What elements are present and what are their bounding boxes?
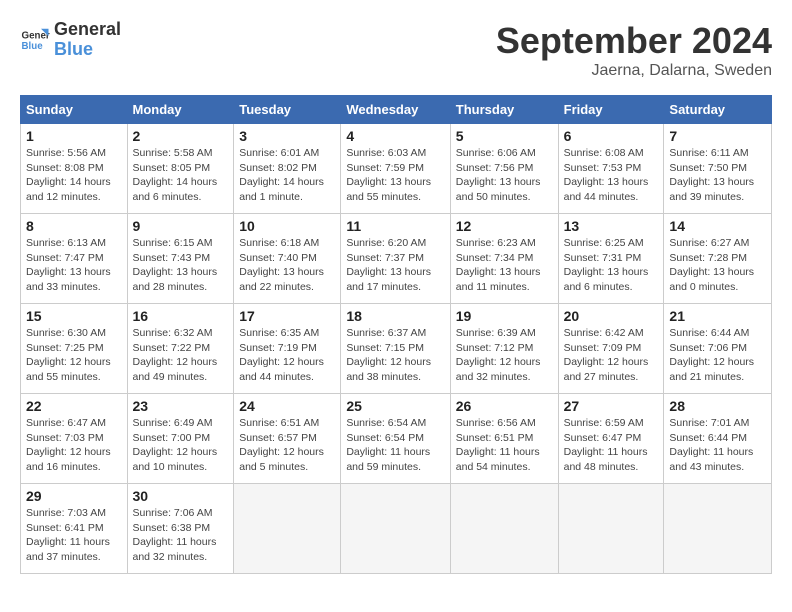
day-10: 10 Sunrise: 6:18 AMSunset: 7:40 PMDaylig… — [234, 214, 341, 304]
day-11: 11 Sunrise: 6:20 AMSunset: 7:37 PMDaylig… — [341, 214, 450, 304]
day-21: 21 Sunrise: 6:44 AMSunset: 7:06 PMDaylig… — [664, 304, 772, 394]
day-4: 4 Sunrise: 6:03 AMSunset: 7:59 PMDayligh… — [341, 124, 450, 214]
page-header: General Blue General Blue September 2024… — [20, 20, 772, 80]
month-title: September 2024 — [496, 20, 772, 62]
header-tuesday: Tuesday — [234, 96, 341, 124]
svg-text:Blue: Blue — [22, 41, 44, 52]
day-24: 24 Sunrise: 6:51 AMSunset: 6:57 PMDaylig… — [234, 394, 341, 484]
day-15: 15 Sunrise: 6:30 AMSunset: 7:25 PMDaylig… — [21, 304, 128, 394]
day-27: 27 Sunrise: 6:59 AMSunset: 6:47 PMDaylig… — [558, 394, 664, 484]
week-1: 1 Sunrise: 5:56 AMSunset: 8:08 PMDayligh… — [21, 124, 772, 214]
header-thursday: Thursday — [450, 96, 558, 124]
header-sunday: Sunday — [21, 96, 128, 124]
empty-cell-3 — [450, 484, 558, 574]
location-title: Jaerna, Dalarna, Sweden — [496, 62, 772, 80]
header-saturday: Saturday — [664, 96, 772, 124]
week-4: 22 Sunrise: 6:47 AMSunset: 7:03 PMDaylig… — [21, 394, 772, 484]
day-2: 2 Sunrise: 5:58 AMSunset: 8:05 PMDayligh… — [127, 124, 234, 214]
title-area: September 2024 Jaerna, Dalarna, Sweden — [496, 20, 772, 80]
day-9: 9 Sunrise: 6:15 AMSunset: 7:43 PMDayligh… — [127, 214, 234, 304]
week-3: 15 Sunrise: 6:30 AMSunset: 7:25 PMDaylig… — [21, 304, 772, 394]
header-wednesday: Wednesday — [341, 96, 450, 124]
logo-line2: Blue — [54, 40, 121, 60]
day-18: 18 Sunrise: 6:37 AMSunset: 7:15 PMDaylig… — [341, 304, 450, 394]
header-friday: Friday — [558, 96, 664, 124]
calendar-table: Sunday Monday Tuesday Wednesday Thursday… — [20, 95, 772, 574]
empty-cell-1 — [234, 484, 341, 574]
logo-icon: General Blue — [20, 25, 50, 55]
logo: General Blue General Blue — [20, 20, 121, 60]
day-28: 28 Sunrise: 7:01 AMSunset: 6:44 PMDaylig… — [664, 394, 772, 484]
day-8: 8 Sunrise: 6:13 AMSunset: 7:47 PMDayligh… — [21, 214, 128, 304]
header-monday: Monday — [127, 96, 234, 124]
day-7: 7 Sunrise: 6:11 AMSunset: 7:50 PMDayligh… — [664, 124, 772, 214]
day-3: 3 Sunrise: 6:01 AMSunset: 8:02 PMDayligh… — [234, 124, 341, 214]
day-13: 13 Sunrise: 6:25 AMSunset: 7:31 PMDaylig… — [558, 214, 664, 304]
day-12: 12 Sunrise: 6:23 AMSunset: 7:34 PMDaylig… — [450, 214, 558, 304]
day-17: 17 Sunrise: 6:35 AMSunset: 7:19 PMDaylig… — [234, 304, 341, 394]
day-30: 30 Sunrise: 7:06 AMSunset: 6:38 PMDaylig… — [127, 484, 234, 574]
day-29: 29 Sunrise: 7:03 AMSunset: 6:41 PMDaylig… — [21, 484, 128, 574]
weekday-header-row: Sunday Monday Tuesday Wednesday Thursday… — [21, 96, 772, 124]
empty-cell-5 — [664, 484, 772, 574]
day-26: 26 Sunrise: 6:56 AMSunset: 6:51 PMDaylig… — [450, 394, 558, 484]
day-1: 1 Sunrise: 5:56 AMSunset: 8:08 PMDayligh… — [21, 124, 128, 214]
day-20: 20 Sunrise: 6:42 AMSunset: 7:09 PMDaylig… — [558, 304, 664, 394]
logo-line1: General — [54, 20, 121, 40]
day-25: 25 Sunrise: 6:54 AMSunset: 6:54 PMDaylig… — [341, 394, 450, 484]
day-5: 5 Sunrise: 6:06 AMSunset: 7:56 PMDayligh… — [450, 124, 558, 214]
day-14: 14 Sunrise: 6:27 AMSunset: 7:28 PMDaylig… — [664, 214, 772, 304]
empty-cell-2 — [341, 484, 450, 574]
empty-cell-4 — [558, 484, 664, 574]
day-16: 16 Sunrise: 6:32 AMSunset: 7:22 PMDaylig… — [127, 304, 234, 394]
week-2: 8 Sunrise: 6:13 AMSunset: 7:47 PMDayligh… — [21, 214, 772, 304]
day-6: 6 Sunrise: 6:08 AMSunset: 7:53 PMDayligh… — [558, 124, 664, 214]
day-19: 19 Sunrise: 6:39 AMSunset: 7:12 PMDaylig… — [450, 304, 558, 394]
week-5: 29 Sunrise: 7:03 AMSunset: 6:41 PMDaylig… — [21, 484, 772, 574]
day-23: 23 Sunrise: 6:49 AMSunset: 7:00 PMDaylig… — [127, 394, 234, 484]
day-22: 22 Sunrise: 6:47 AMSunset: 7:03 PMDaylig… — [21, 394, 128, 484]
